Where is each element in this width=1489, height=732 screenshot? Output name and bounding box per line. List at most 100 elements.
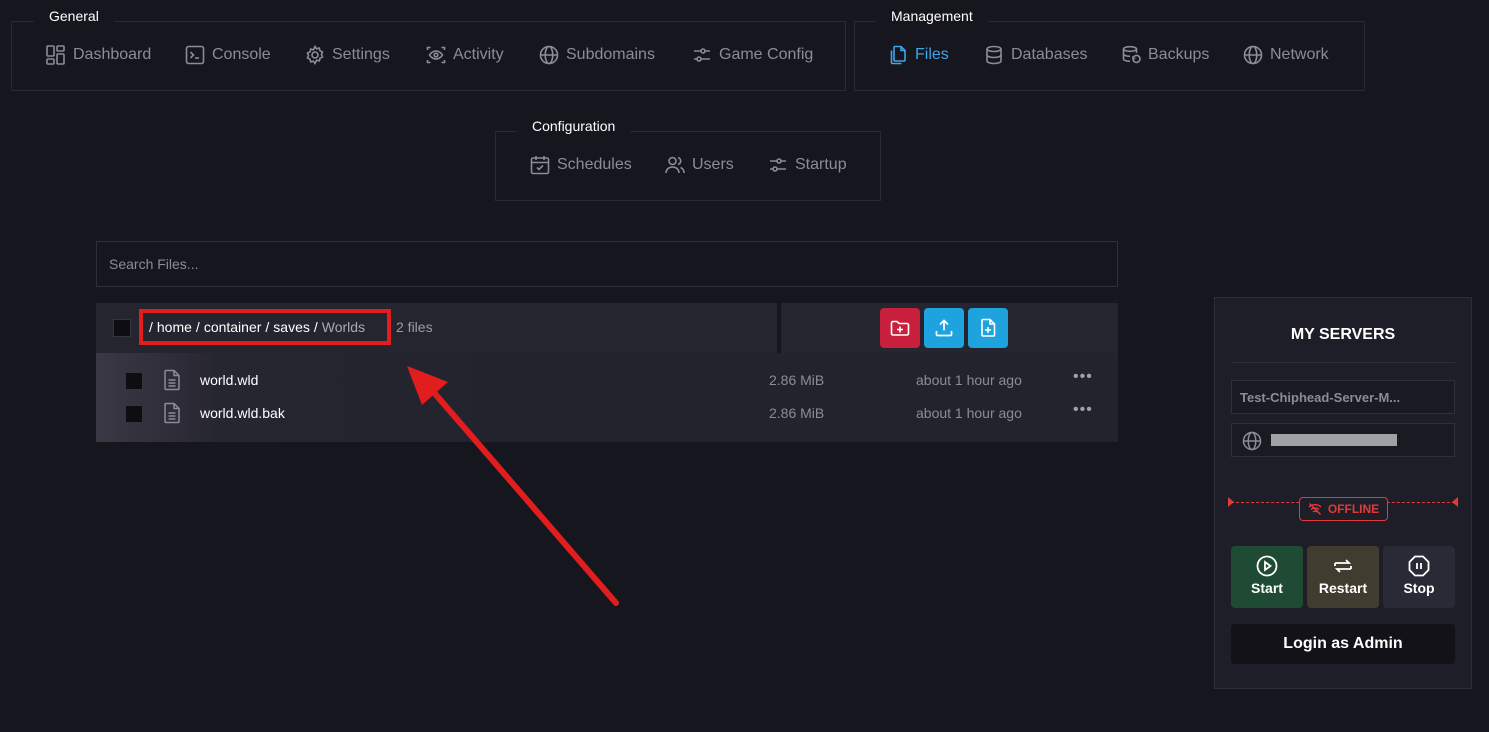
my-servers-title: MY SERVERS	[1290, 326, 1396, 343]
file-size: 2.86 MiB	[769, 405, 825, 421]
restart-label: Restart	[1318, 580, 1368, 596]
file-size: 2.86 MiB	[769, 372, 825, 388]
nav-item-subdomains[interactable]: Subdomains	[539, 45, 655, 65]
globe-icon	[1243, 45, 1263, 65]
users-icon	[665, 155, 685, 175]
nav-item-startup[interactable]: Startup	[768, 155, 847, 175]
status-line-cap	[1452, 497, 1458, 507]
breadcrumb: / home / container / saves / Worlds	[139, 309, 391, 345]
server-address-field[interactable]	[1231, 423, 1455, 457]
nav-item-backups[interactable]: Backups	[1121, 45, 1209, 65]
nav-item-schedules[interactable]: Schedules	[530, 155, 632, 175]
gear-icon	[305, 45, 325, 65]
backup-icon	[1121, 45, 1141, 65]
file-icon	[162, 402, 182, 424]
stop-button[interactable]: Stop	[1383, 546, 1455, 608]
wifi-off-icon	[1308, 502, 1322, 516]
file-plus-icon	[978, 318, 998, 338]
stop-label: Stop	[1403, 580, 1435, 596]
stop-icon	[1408, 555, 1430, 577]
breadcrumb-home[interactable]: home	[157, 319, 192, 335]
nav-group-general-legend: General	[34, 1, 114, 31]
dashboard-icon	[46, 45, 66, 65]
new-folder-button[interactable]	[880, 308, 920, 348]
restart-button[interactable]: Restart	[1307, 546, 1379, 608]
eye-icon	[426, 45, 446, 65]
status-line-cap	[1228, 497, 1234, 507]
nav-item-backups-label: Backups	[1148, 46, 1210, 63]
nav-item-files-label: Files	[915, 46, 949, 63]
select-all-checkbox[interactable]	[113, 319, 131, 337]
globe-icon	[539, 45, 559, 65]
file-icon	[162, 369, 182, 391]
breadcrumb-separator: /	[265, 319, 270, 335]
file-modified: about 1 hour ago	[916, 372, 1022, 388]
new-file-button[interactable]	[968, 308, 1008, 348]
file-checkbox[interactable]	[125, 405, 143, 423]
breadcrumb-separator: /	[149, 319, 153, 335]
file-name[interactable]: world.wld.bak	[200, 405, 285, 421]
nav-item-console[interactable]: Console	[185, 45, 271, 65]
nav-item-schedules-label: Schedules	[557, 156, 632, 173]
folder-plus-icon	[890, 318, 910, 338]
nav-item-activity-label: Activity	[453, 46, 504, 63]
nav-group-management-legend: Management	[876, 1, 988, 31]
nav-item-activity[interactable]: Activity	[426, 45, 504, 65]
nav-item-game-config[interactable]: Game Config	[692, 45, 813, 65]
search-box	[96, 241, 1118, 287]
nav-item-network-label: Network	[1270, 46, 1329, 63]
start-label: Start	[1251, 580, 1283, 596]
search-input[interactable]	[97, 242, 1117, 286]
file-menu-button[interactable]: •••	[1073, 401, 1093, 419]
nav-item-network[interactable]: Network	[1243, 45, 1329, 65]
file-menu-button[interactable]: •••	[1073, 368, 1093, 386]
restart-icon	[1332, 555, 1354, 577]
play-icon	[1256, 555, 1278, 577]
status-label: OFFLINE	[1327, 502, 1380, 516]
console-icon	[185, 45, 205, 65]
nav-group-configuration: Configuration Schedules Users Startup	[495, 111, 881, 201]
login-as-admin-button[interactable]: Login as Admin	[1231, 624, 1455, 664]
breadcrumb-separator: /	[313, 319, 318, 335]
nav-item-settings[interactable]: Settings	[305, 45, 390, 65]
nav-item-startup-label: Startup	[795, 156, 847, 173]
redacted-address	[1271, 434, 1397, 446]
nav-item-dashboard[interactable]: Dashboard	[46, 45, 151, 65]
breadcrumb-container[interactable]: container	[204, 319, 262, 335]
file-count: 2 files	[396, 319, 433, 335]
file-name[interactable]: world.wld	[200, 372, 258, 388]
breadcrumb-current: Worlds	[321, 319, 366, 335]
nav-item-databases-label: Databases	[1011, 46, 1088, 63]
sliders-icon	[692, 45, 712, 65]
nav-item-console-label: Console	[212, 46, 271, 63]
nav-group-general: General Dashboard Console Settings Activ…	[11, 1, 846, 91]
files-icon	[888, 45, 908, 65]
nav-item-databases[interactable]: Databases	[984, 45, 1088, 65]
nav-group-configuration-legend: Configuration	[517, 111, 631, 141]
file-checkbox[interactable]	[125, 372, 143, 390]
nav-item-users[interactable]: Users	[665, 155, 734, 175]
globe-icon	[1242, 431, 1262, 451]
database-icon	[984, 45, 1004, 65]
file-row[interactable]: world.wld.bak 2.86 MiB about 1 hour ago …	[96, 398, 1118, 428]
calendar-icon	[530, 155, 550, 175]
nav-item-users-label: Users	[692, 156, 734, 173]
status-badge: OFFLINE	[1299, 497, 1388, 521]
upload-icon	[934, 318, 954, 338]
breadcrumb-separator: /	[195, 319, 200, 335]
file-row[interactable]: world.wld 2.86 MiB about 1 hour ago •••	[96, 365, 1118, 395]
my-servers-panel: MY SERVERS Test-Chiphead-Server-M... OFF…	[1214, 297, 1472, 689]
sliders-icon	[768, 155, 788, 175]
nav-item-subdomains-label: Subdomains	[566, 46, 655, 63]
file-modified: about 1 hour ago	[916, 405, 1022, 421]
start-button[interactable]: Start	[1231, 546, 1303, 608]
nav-group-management: Management Files Databases Backups Netwo…	[854, 1, 1365, 91]
breadcrumb-saves[interactable]: saves	[273, 319, 310, 335]
nav-item-settings-label: Settings	[332, 46, 390, 63]
upload-button[interactable]	[924, 308, 964, 348]
nav-item-game-config-label: Game Config	[719, 46, 814, 63]
file-list: world.wld 2.86 MiB about 1 hour ago ••• …	[96, 353, 1118, 442]
nav-item-files[interactable]: Files	[888, 45, 949, 65]
nav-item-dashboard-label: Dashboard	[73, 46, 152, 63]
server-name-field[interactable]: Test-Chiphead-Server-M...	[1231, 380, 1455, 414]
